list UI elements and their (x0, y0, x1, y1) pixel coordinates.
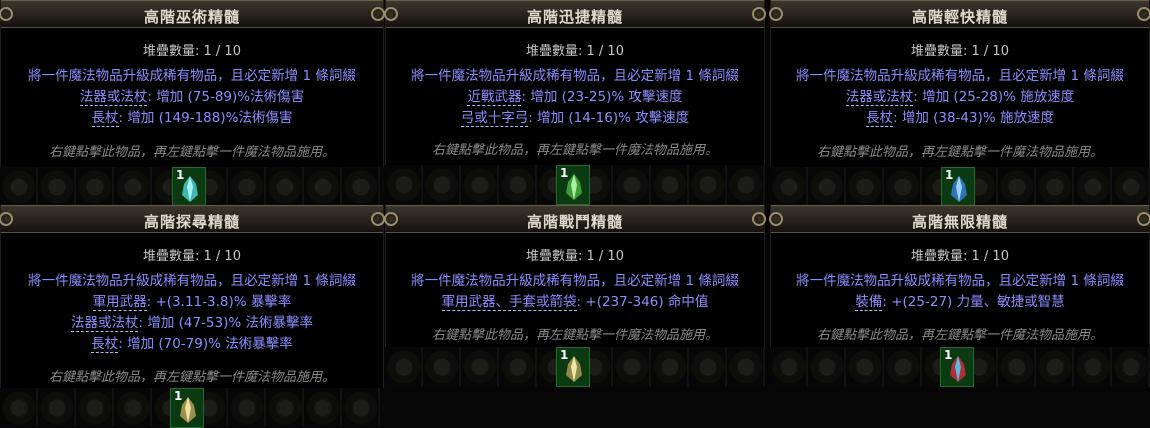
crystal-essence-cyan-icon (182, 176, 198, 202)
essence-tooltip: 高階探尋精髓 堆疊數量: 1 / 10 將一件魔法物品升級成稀有物品，且必定新增… (0, 205, 385, 390)
mod-list: 將一件魔法物品升級成稀有物品，且必定新增 1 條詞綴 軍用武器: +(3.11-… (1, 271, 383, 355)
mod-value: : +(237-346) 命中值 (576, 294, 709, 310)
essence-item-slot[interactable]: 1 (556, 165, 590, 205)
crystal-essence-green-icon (566, 174, 582, 200)
mod-value: : +(3.11-3.8)% 暴擊率 (146, 294, 292, 310)
mod-value: : 增加 (149-188)%法術傷害 (118, 110, 293, 126)
mod-description: 將一件魔法物品升級成稀有物品，且必定新增 1 條詞綴 (28, 68, 356, 84)
mod-line: 軍用武器、手套或箭袋: +(237-346) 命中值 (386, 292, 764, 313)
stack-size: 堆疊數量: 1 / 10 (143, 44, 241, 59)
mod-list: 將一件魔法物品升級成稀有物品，且必定新增 1 條詞綴 軍用武器、手套或箭袋: +… (386, 271, 764, 313)
inventory-strip: 1 (770, 347, 1150, 387)
mod-value: : 增加 (23-25)% 攻擊速度 (521, 89, 683, 105)
stack-size: 堆疊數量: 1 / 10 (911, 44, 1009, 59)
mod-description: 將一件魔法物品升級成稀有物品，且必定新增 1 條詞綴 (796, 273, 1124, 289)
mod-description: 將一件魔法物品升級成稀有物品，且必定新增 1 條詞綴 (411, 68, 739, 84)
stack-size: 堆疊數量: 1 / 10 (526, 249, 624, 264)
mod-value: : 增加 (70-79)% 法術暴擊率 (118, 336, 293, 352)
essence-tooltip: 高階無限精髓 堆疊數量: 1 / 10 將一件魔法物品升級成稀有物品，且必定新增… (769, 205, 1150, 348)
mod-tag[interactable]: 弓或十字弓 (460, 110, 529, 127)
mod-value: : 增加 (38-43)% 施放速度 (892, 110, 1054, 126)
crystal-essence-red-icon (950, 356, 966, 382)
mod-tag[interactable]: 長杖 (91, 336, 119, 353)
tooltip-title: 高階迅捷精髓 (526, 8, 623, 26)
tooltip-title: 高階無限精髓 (911, 213, 1008, 231)
mod-line: 弓或十字弓: 增加 (14-16)% 攻擊速度 (386, 108, 764, 129)
essence-item-slot[interactable]: 1 (556, 347, 590, 387)
mod-line: 裝備: +(25-27) 力量、敏捷或智慧 (771, 292, 1149, 313)
essence-tooltip: 高階輕快精髓 堆疊數量: 1 / 10 將一件魔法物品升級成稀有物品，且必定新增… (769, 0, 1150, 170)
tooltip-header: 高階巫術精髓 (0, 0, 385, 28)
inventory-strip: 1 (385, 165, 765, 205)
essence-tooltip: 高階迅捷精髓 堆疊數量: 1 / 10 將一件魔法物品升級成稀有物品，且必定新增… (384, 0, 766, 170)
usage-hint: 右鍵點擊此物品，再左鍵點擊一件魔法物品施用。 (48, 370, 335, 385)
inventory-strip: 1 (770, 167, 1150, 207)
stack-size: 堆疊數量: 1 / 10 (526, 44, 624, 59)
mod-tag[interactable]: 法器或法杖 (79, 89, 148, 106)
stack-size: 堆疊數量: 1 / 10 (143, 249, 241, 264)
crystal-essence-gold-icon (566, 356, 582, 382)
crystal-essence-blue-icon (951, 176, 967, 202)
tooltip-header: 高階無限精髓 (769, 205, 1150, 233)
usage-hint: 右鍵點擊此物品，再左鍵點擊一件魔法物品施用。 (48, 145, 335, 160)
mod-tag[interactable]: 軍用武器、手套或箭袋 (441, 294, 577, 311)
usage-hint: 右鍵點擊此物品，再左鍵點擊一件魔法物品施用。 (431, 143, 718, 158)
mod-description: 將一件魔法物品升級成稀有物品，且必定新增 1 條詞綴 (411, 273, 739, 289)
mod-value: : 增加 (14-16)% 攻擊速度 (528, 110, 690, 126)
essence-item-slot[interactable]: 1 (170, 388, 204, 428)
mod-tag[interactable]: 法器或法杖 (70, 315, 139, 332)
mod-description: 將一件魔法物品升級成稀有物品，且必定新增 1 條詞綴 (28, 273, 356, 289)
mod-value: : +(25-27) 力量、敏捷或智慧 (882, 294, 1065, 310)
mod-value: : 增加 (25-28)% 施放速度 (913, 89, 1075, 105)
essence-tooltip: 高階戰鬥精髓 堆疊數量: 1 / 10 將一件魔法物品升級成稀有物品，且必定新增… (384, 205, 766, 348)
mod-tag[interactable]: 軍用武器 (92, 294, 147, 311)
mod-line: 軍用武器: +(3.11-3.8)% 暴擊率 (1, 292, 383, 313)
mod-line: 法器或法杖: 增加 (47-53)% 法術暴擊率 (1, 313, 383, 334)
mod-tag[interactable]: 近戰武器 (467, 89, 522, 106)
mod-list: 將一件魔法物品升級成稀有物品，且必定新增 1 條詞綴 法器或法杖: 增加 (75… (1, 66, 383, 129)
tooltip-header: 高階戰鬥精髓 (384, 205, 766, 233)
mod-tag[interactable]: 長杖 (91, 110, 119, 127)
tooltip-header: 高階迅捷精髓 (384, 0, 766, 28)
mod-description: 將一件魔法物品升級成稀有物品，且必定新增 1 條詞綴 (796, 68, 1124, 84)
stack-size: 堆疊數量: 1 / 10 (911, 249, 1009, 264)
usage-hint: 右鍵點擊此物品，再左鍵點擊一件魔法物品施用。 (816, 328, 1103, 343)
essence-item-slot[interactable]: 1 (172, 167, 206, 207)
mod-line: 法器或法杖: 增加 (25-28)% 施放速度 (771, 87, 1149, 108)
mod-value: : 增加 (75-89)%法術傷害 (147, 89, 305, 105)
essence-item-slot[interactable]: 1 (941, 167, 975, 207)
mod-tag[interactable]: 裝備 (855, 294, 883, 311)
essence-item-slot[interactable]: 1 (940, 347, 974, 387)
tooltip-header: 高階輕快精髓 (769, 0, 1150, 28)
usage-hint: 右鍵點擊此物品，再左鍵點擊一件魔法物品施用。 (431, 328, 718, 343)
mod-line: 長杖: 增加 (70-79)% 法術暴擊率 (1, 334, 383, 355)
mod-list: 將一件魔法物品升級成稀有物品，且必定新增 1 條詞綴 裝備: +(25-27) … (771, 271, 1149, 313)
mod-line: 長杖: 增加 (38-43)% 施放速度 (771, 108, 1149, 129)
mod-list: 將一件魔法物品升級成稀有物品，且必定新增 1 條詞綴 法器或法杖: 增加 (25… (771, 66, 1149, 129)
tooltip-title: 高階巫術精髓 (143, 8, 240, 26)
tooltip-title: 高階輕快精髓 (911, 8, 1008, 26)
crystal-essence-gold-icon (180, 397, 196, 423)
tooltip-header: 高階探尋精髓 (0, 205, 385, 233)
mod-line: 長杖: 增加 (149-188)%法術傷害 (1, 108, 383, 129)
mod-value: : 增加 (47-53)% 法術暴擊率 (138, 315, 313, 331)
mod-tag[interactable]: 長杖 (865, 110, 893, 127)
usage-hint: 右鍵點擊此物品，再左鍵點擊一件魔法物品施用。 (816, 145, 1103, 160)
inventory-strip: 1 (0, 388, 384, 428)
mod-line: 法器或法杖: 增加 (75-89)%法術傷害 (1, 87, 383, 108)
mod-list: 將一件魔法物品升級成稀有物品，且必定新增 1 條詞綴 近戰武器: 增加 (23-… (386, 66, 764, 129)
mod-line: 近戰武器: 增加 (23-25)% 攻擊速度 (386, 87, 764, 108)
essence-tooltip: 高階巫術精髓 堆疊數量: 1 / 10 將一件魔法物品升級成稀有物品，且必定新增… (0, 0, 385, 170)
tooltip-title: 高階探尋精髓 (143, 213, 240, 231)
mod-tag[interactable]: 法器或法杖 (845, 89, 914, 106)
inventory-strip: 1 (0, 167, 384, 207)
tooltip-title: 高階戰鬥精髓 (526, 213, 623, 231)
inventory-strip: 1 (385, 347, 765, 387)
